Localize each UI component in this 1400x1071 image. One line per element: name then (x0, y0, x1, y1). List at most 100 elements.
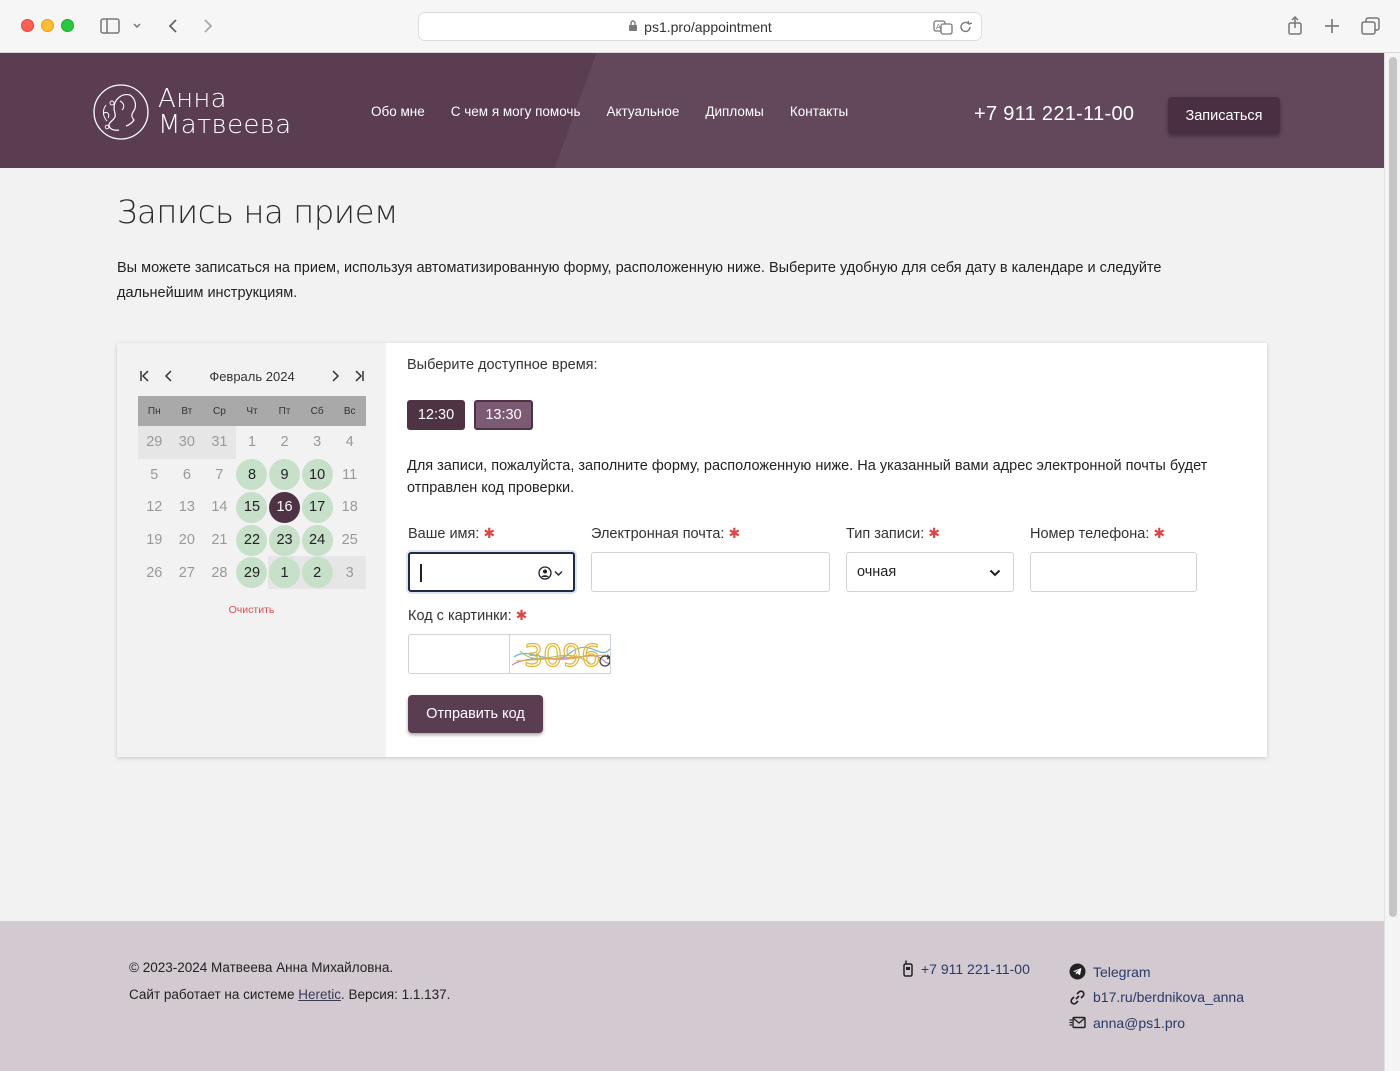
calendar-day: 5 (150, 466, 159, 483)
weekday-label: Вт (181, 405, 193, 417)
first-month-icon[interactable] (138, 370, 152, 382)
phone-input[interactable] (1030, 552, 1197, 592)
footer-phone[interactable]: +7 911 221-11-00 (903, 960, 1030, 977)
required-icon: ✱ (483, 525, 496, 541)
logo-first-name: Анна (158, 84, 227, 114)
nav-item-diplomas[interactable]: Дипломы (705, 104, 764, 119)
last-month-icon[interactable] (352, 370, 366, 382)
form-instructions: Для записи, пожалуйста, заполните форму,… (407, 458, 1208, 496)
header-phone[interactable]: +7 911 221-11-00 (974, 103, 1134, 126)
calendar-day: 29 (138, 426, 171, 459)
share-icon[interactable] (1285, 14, 1305, 38)
captcha-text: 3096 (524, 639, 600, 674)
calendar-day: 7 (215, 466, 224, 483)
captcha-input[interactable] (408, 634, 510, 674)
close-window-button[interactable] (21, 19, 34, 32)
new-tab-icon[interactable] (1322, 14, 1342, 38)
appointment-type-select[interactable]: очная (846, 552, 1014, 592)
mobile-phone-icon (903, 960, 913, 977)
email-link[interactable]: anna@ps1.pro (1069, 1010, 1244, 1036)
nav-item-about[interactable]: Обо мне (371, 104, 425, 119)
weekday-label: Ср (213, 405, 226, 417)
prev-month-icon[interactable] (162, 370, 176, 382)
calendar-week-row: 26 27 28 29 1 2 3 (138, 556, 366, 589)
site-header: Анна Матвеева Обо мне С чем я могу помоч… (0, 53, 1384, 168)
page-scrollbar[interactable] (1384, 53, 1400, 1071)
type-label: Тип записи: ✱ (846, 525, 940, 542)
calendar-day-available[interactable]: 29 (236, 556, 269, 589)
sidebar-toggle-icon[interactable] (99, 14, 121, 38)
weekday-header: Пн Вт Ср Чт Пт Сб Вс (138, 396, 366, 426)
nav-item-contacts[interactable]: Контакты (790, 104, 848, 119)
lock-icon (628, 19, 638, 35)
calendar-grid: Пн Вт Ср Чт Пт Сб Вс 29 30 31 1 2 3 4 5 6 7 8 9 10 11… (138, 396, 366, 589)
calendar-day-selected[interactable]: 16 (268, 491, 301, 524)
weekday-label: Чт (246, 405, 258, 417)
required-icon: ✱ (728, 525, 741, 541)
time-slot-button[interactable]: 12:30 (407, 400, 465, 430)
calendar-day: 2 (280, 434, 289, 451)
nav-item-help[interactable]: С чем я могу помочь (451, 104, 581, 119)
logo-last-name: Матвеева (158, 110, 292, 140)
back-icon[interactable] (163, 14, 183, 38)
minimize-window-button[interactable] (41, 19, 54, 32)
captcha-image: 3096 (509, 634, 611, 674)
reload-icon[interactable] (959, 19, 973, 38)
email-input[interactable] (591, 552, 830, 592)
book-appointment-button[interactable]: Записаться (1168, 97, 1280, 134)
calendar-day-available[interactable]: 17 (301, 491, 334, 524)
translate-icon[interactable]: A (933, 19, 953, 38)
telegram-link[interactable]: Telegram (1069, 959, 1244, 985)
name-label: Ваше имя: ✱ (408, 525, 496, 542)
next-month-icon[interactable] (328, 370, 342, 382)
calendar-day: 26 (146, 564, 163, 581)
name-input[interactable] (408, 552, 575, 592)
calendar-week-row: 5 6 7 8 9 10 11 (138, 459, 366, 492)
mail-icon (1069, 1017, 1086, 1029)
footer-system-info: Сайт работает на системе Heretic. Версия… (129, 987, 451, 1002)
weekday-label: Пт (278, 405, 291, 417)
phone-label: Номер телефона: ✱ (1030, 525, 1166, 542)
svg-text:A: A (936, 23, 941, 31)
browser-toolbar: ps1.pro/appointment A (0, 0, 1400, 53)
zoom-window-button[interactable] (61, 19, 74, 32)
heretic-link[interactable]: Heretic (298, 987, 341, 1002)
chevron-down-icon[interactable] (130, 14, 144, 38)
nav-item-news[interactable]: Актуальное (606, 104, 679, 119)
calendar-day-available[interactable]: 1 (268, 556, 301, 589)
calendar-day-available[interactable]: 23 (268, 524, 301, 557)
address-bar[interactable]: ps1.pro/appointment A (418, 12, 982, 41)
appointment-type-value: очная (857, 564, 897, 580)
chevron-down-icon (989, 565, 1001, 583)
appointment-panel: Февраль 2024 Пн Вт Ср Чт Пт Сб Вс 29 30 31… (117, 343, 1267, 757)
calendar-day-available[interactable]: 2 (300, 556, 334, 589)
required-icon: ✱ (1153, 525, 1166, 541)
calendar-week-row: 29 30 31 1 2 3 4 (138, 426, 366, 459)
send-code-button[interactable]: Отправить код (408, 695, 543, 733)
captcha-refresh-icon[interactable] (594, 655, 610, 671)
email-label: Электронная почта: ✱ (591, 525, 741, 542)
tab-overview-icon[interactable] (1360, 14, 1382, 38)
calendar-day-available[interactable]: 22 (236, 524, 269, 557)
calendar-day: 27 (178, 564, 195, 581)
scrollbar-thumb[interactable] (1389, 57, 1397, 917)
calendar-day-available[interactable]: 8 (236, 459, 269, 492)
calendar-day-available[interactable]: 9 (268, 459, 301, 492)
weekday-label: Вс (343, 405, 356, 417)
calendar-day: 19 (146, 532, 163, 549)
site-logo[interactable]: Анна Матвеева (92, 83, 291, 141)
clear-date-link[interactable]: Очистить (117, 604, 386, 616)
forward-icon[interactable] (198, 14, 218, 38)
logo-emblem-icon (93, 84, 149, 140)
calendar-day: 30 (170, 426, 204, 459)
time-slot-button-selected[interactable]: 13:30 (474, 400, 533, 430)
calendar-day-available[interactable]: 15 (236, 491, 269, 524)
weekday-label: Пн (147, 405, 161, 417)
calendar-day-available[interactable]: 10 (301, 459, 334, 492)
contact-autofill-icon[interactable] (538, 566, 563, 580)
time-label: Выберите доступное время: (407, 357, 598, 373)
calendar-day-available[interactable]: 24 (301, 524, 334, 557)
profile-link[interactable]: b17.ru/berdnikova_anna (1069, 985, 1244, 1011)
calendar-day: 4 (345, 434, 354, 451)
required-icon: ✱ (928, 525, 940, 541)
